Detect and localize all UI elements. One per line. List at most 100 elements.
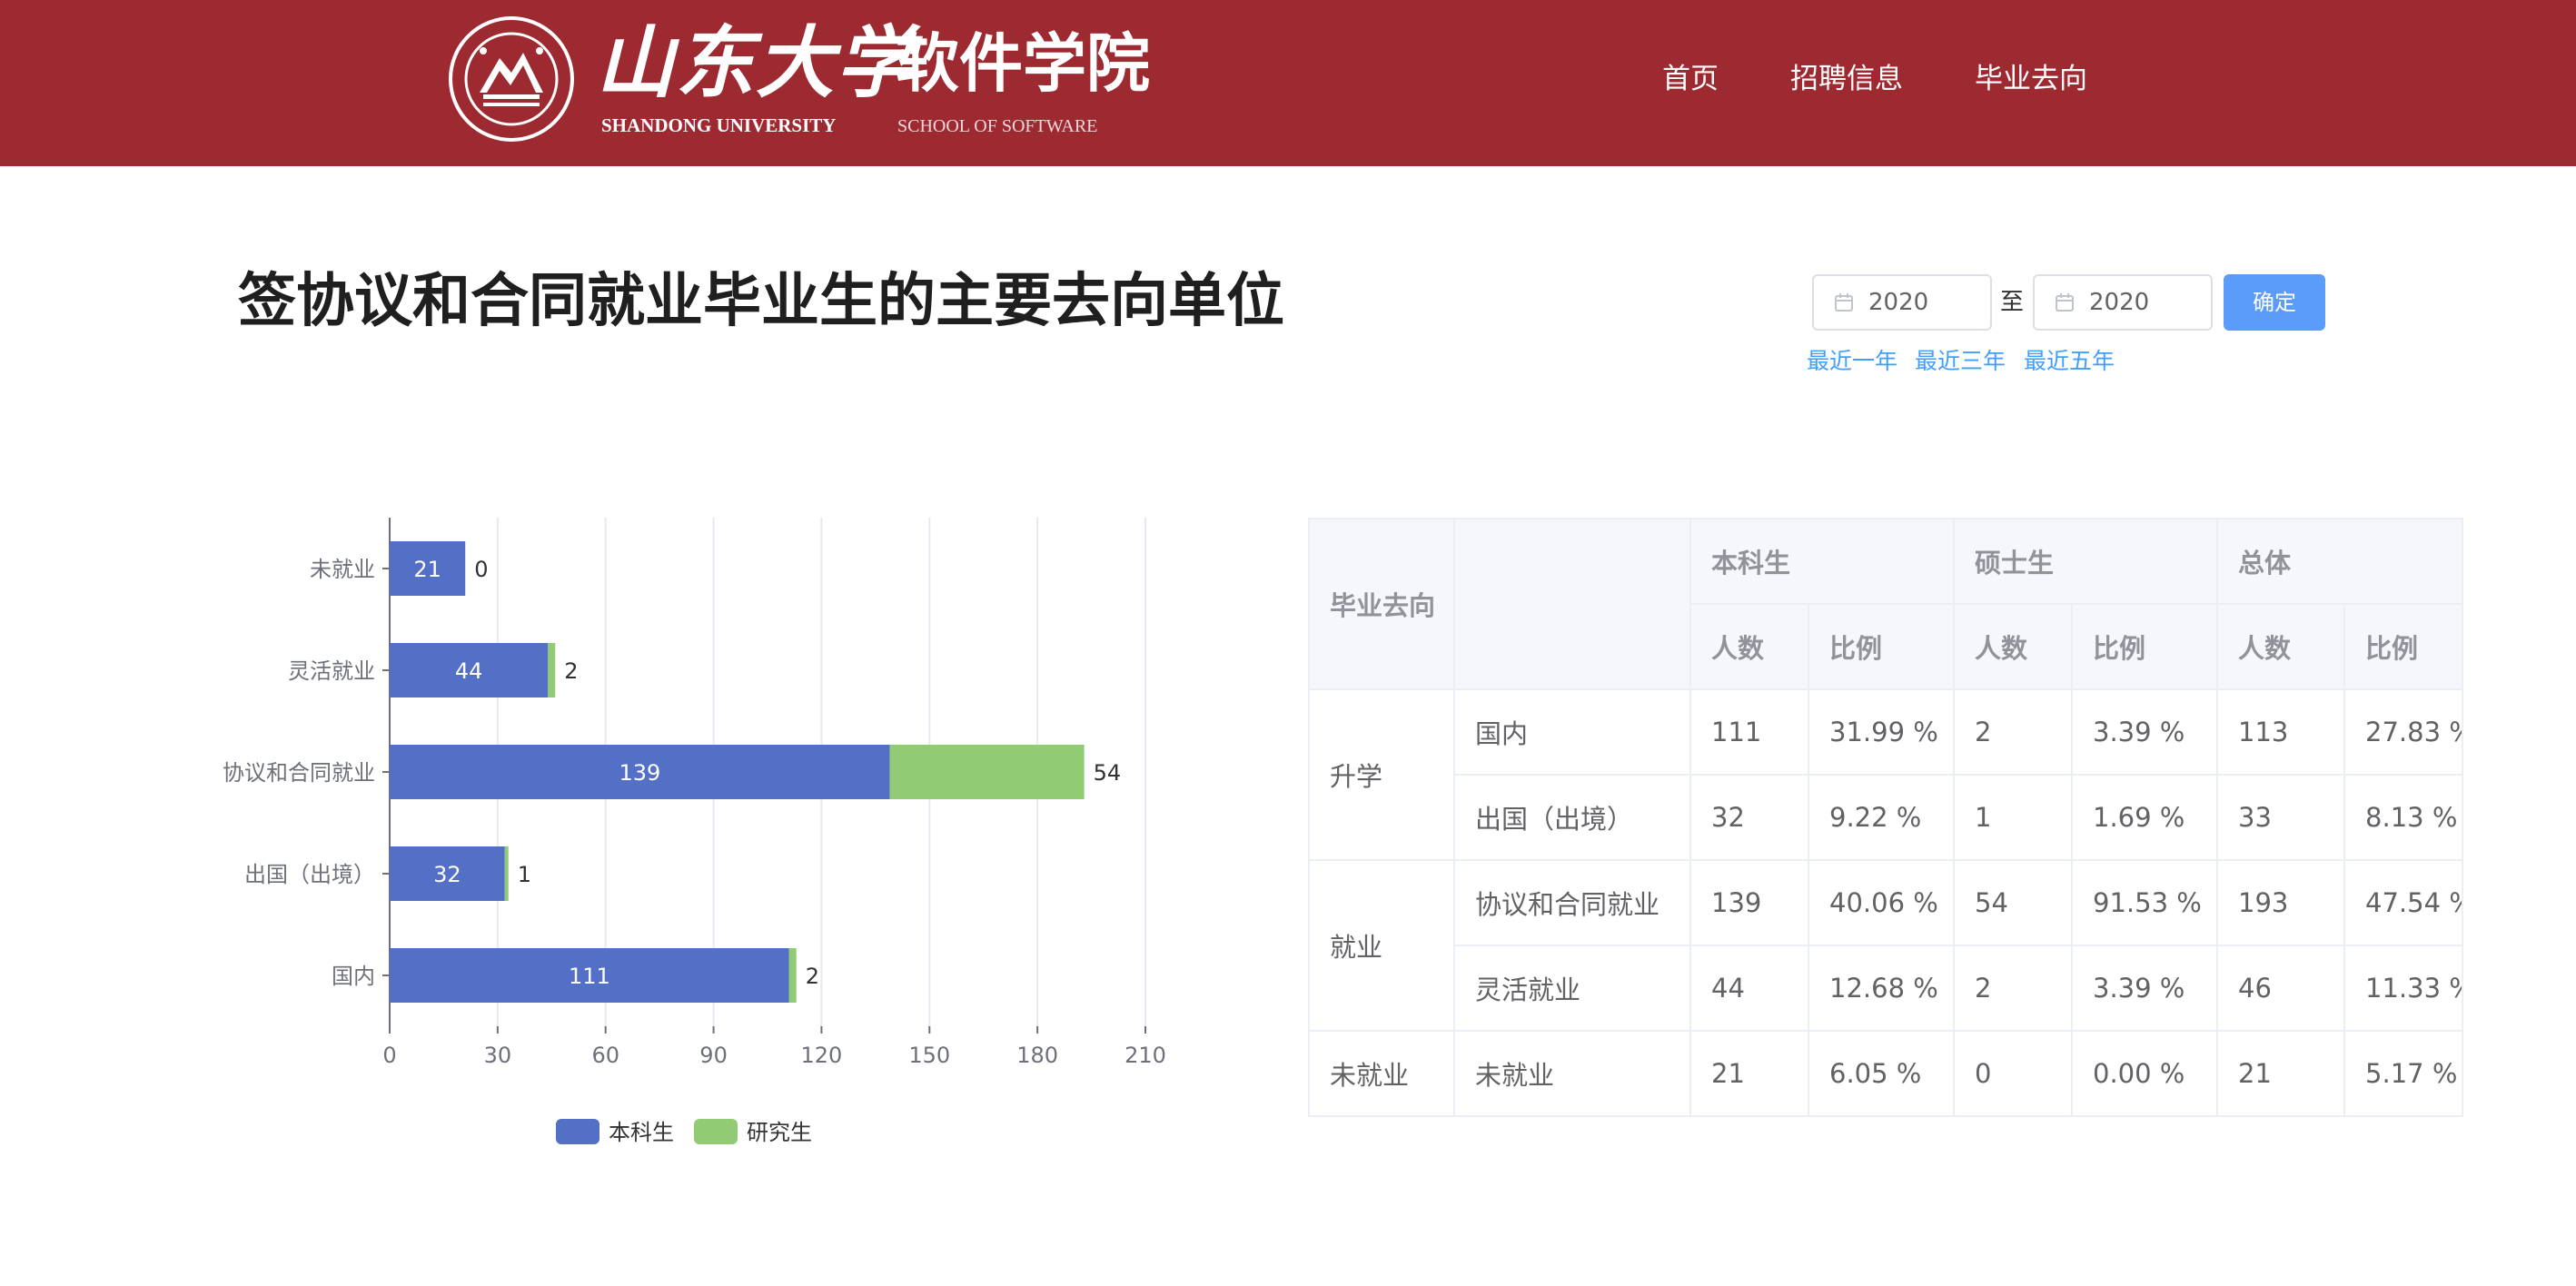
quick-range-last-1-year[interactable]: 最近一年 [1807,345,1897,378]
table-cell: 2 [1953,688,2074,776]
category-label: 灵活就业 [288,658,375,684]
table-cell: 46 [2216,945,2346,1032]
row-label: 国内 [1453,688,1691,776]
group-further-study: 升学 [1308,688,1455,861]
table-row: 灵活就业 44 12.68 % 2 3.39 % 46 11.33 % [1309,945,2464,1032]
header-total-ratio: 比例 [2343,603,2464,690]
bar-value-label-graduate: 54 [1094,760,1122,786]
bar-value-label-graduate: 0 [474,557,488,582]
x-tick-label: 60 [591,1043,619,1068]
nav-recruitment[interactable]: 招聘信息 [1790,56,1903,102]
table-cell: 0 [1953,1030,2074,1117]
table-cell: 1 [1953,774,2074,861]
header-undergrad: 本科生 [1689,518,1956,605]
table-cell: 9.22 % [1807,774,1956,861]
start-year-picker[interactable]: 2020 [1812,274,1992,331]
bar-graduate [504,846,509,901]
bar-value-label-undergrad: 44 [455,658,483,684]
destination-bar-chart: 0 30 60 90 120 150 180 210国内 111 2出国（出境） 32 1协议和合同就… [223,518,1166,1145]
table-cell: 31.99 % [1807,688,1956,776]
x-tick-label: 150 [908,1043,950,1068]
site-header: 山东大学 SHANDONG UNIVERSITY 软件学院 SCHOOL OF … [0,0,2576,166]
header-master-count: 人数 [1953,603,2074,690]
table-cell: 113 [2216,688,2346,776]
table-row: 就业 协议和合同就业 139 40.06 % 54 91.53 % 193 47… [1308,859,2464,1032]
quick-range-last-5-years[interactable]: 最近五年 [2024,345,2115,378]
table-cell: 27.83 % [2343,688,2464,776]
category-label: 国内 [332,964,375,989]
bar-value-label-graduate: 2 [806,964,819,989]
x-tick-label: 180 [1016,1043,1058,1068]
bar-value-label-undergrad: 32 [433,862,461,887]
table-cell: 111 [1689,688,1809,776]
school-name-cn: 软件学院 [896,26,1150,101]
table-cell: 91.53 % [2071,859,2219,946]
start-year-value: 2020 [1868,289,1929,316]
nav-home[interactable]: 首页 [1662,56,1719,102]
table-row: 出国（出境） 32 9.22 % 1 1.69 % 33 8.13 % [1309,774,2464,861]
destination-stats-table: 毕业去向 本科生 硕士生 总体 人数 比例 人数 比例 人数 比例 升学 国内 … [1308,518,2464,1117]
legend-label-graduate: 研究生 [747,1120,812,1145]
header-total: 总体 [2216,518,2464,605]
table-cell: 21 [1689,1030,1809,1117]
university-seal-logo [449,16,574,142]
table-cell: 0.00 % [2071,1030,2219,1117]
legend-swatch-graduate [694,1119,738,1144]
category-label: 出国（出境） [244,862,375,887]
nav-graduate-destination[interactable]: 毕业去向 [1975,56,2087,102]
legend-label-undergrad: 本科生 [609,1120,674,1145]
end-year-value: 2020 [2089,289,2150,316]
table-row: 升学 国内 111 31.99 % 2 3.39 % 113 27.83 % [1308,688,2464,861]
calendar-icon [1835,293,1853,312]
bar-graduate [548,643,556,697]
header-master: 硕士生 [1953,518,2219,605]
quick-range-last-3-years[interactable]: 最近三年 [1915,345,2006,378]
legend-swatch-undergrad [556,1119,599,1144]
category-label: 未就业 [310,557,375,582]
x-tick-label: 210 [1125,1043,1166,1068]
header-undergrad-count: 人数 [1689,603,1809,690]
bar-graduate [788,948,797,1003]
x-tick-label: 0 [382,1043,396,1068]
header-undergrad-ratio: 比例 [1807,603,1956,690]
table-cell: 5.17 % [2343,1030,2464,1117]
table-cell: 3.39 % [2071,945,2219,1032]
school-name-en: SCHOOL OF SOFTWARE [897,116,1098,136]
table-cell: 1.69 % [2071,774,2219,861]
page-title: 签协议和合同就业毕业生的主要去向单位 [238,268,1284,335]
table-cell: 11.33 % [2343,945,2464,1032]
university-name-en: SHANDONG UNIVERSITY [601,114,837,136]
row-label: 协议和合同就业 [1453,859,1691,946]
table-row: 未就业 未就业 21 6.05 % 0 0.00 % 21 5.17 % [1308,1030,2464,1117]
table-cell: 47.54 % [2343,859,2464,946]
table-cell: 12.68 % [1807,945,1956,1032]
bar-value-label-graduate: 1 [518,862,531,887]
header-destination: 毕业去向 [1308,518,1455,690]
table-cell: 40.06 % [1807,859,1956,946]
header-master-ratio: 比例 [2071,603,2219,690]
x-tick-label: 90 [699,1043,728,1068]
bar-value-label-undergrad: 139 [619,760,660,786]
row-label: 灵活就业 [1453,945,1691,1032]
bar-value-label-graduate: 2 [564,658,578,684]
table-cell: 33 [2216,774,2346,861]
x-tick-label: 30 [484,1043,512,1068]
group-employment: 就业 [1308,859,1455,1032]
table-cell: 32 [1689,774,1809,861]
table-cell: 21 [2216,1030,2346,1117]
confirm-button[interactable]: 确定 [2224,274,2325,331]
end-year-picker[interactable]: 2020 [2033,274,2213,331]
table-cell: 54 [1953,859,2074,946]
bar-value-label-undergrad: 111 [569,964,610,989]
table-cell: 6.05 % [1807,1030,1956,1117]
header-total-count: 人数 [2216,603,2346,690]
table-cell: 193 [2216,859,2346,946]
table-cell: 139 [1689,859,1809,946]
row-label: 出国（出境） [1453,774,1691,861]
table-cell: 2 [1953,945,2074,1032]
row-label: 未就业 [1453,1030,1691,1117]
header-blank [1453,518,1691,690]
table-cell: 3.39 % [2071,688,2219,776]
group-unemployed: 未就业 [1308,1030,1455,1117]
table-cell: 44 [1689,945,1809,1032]
